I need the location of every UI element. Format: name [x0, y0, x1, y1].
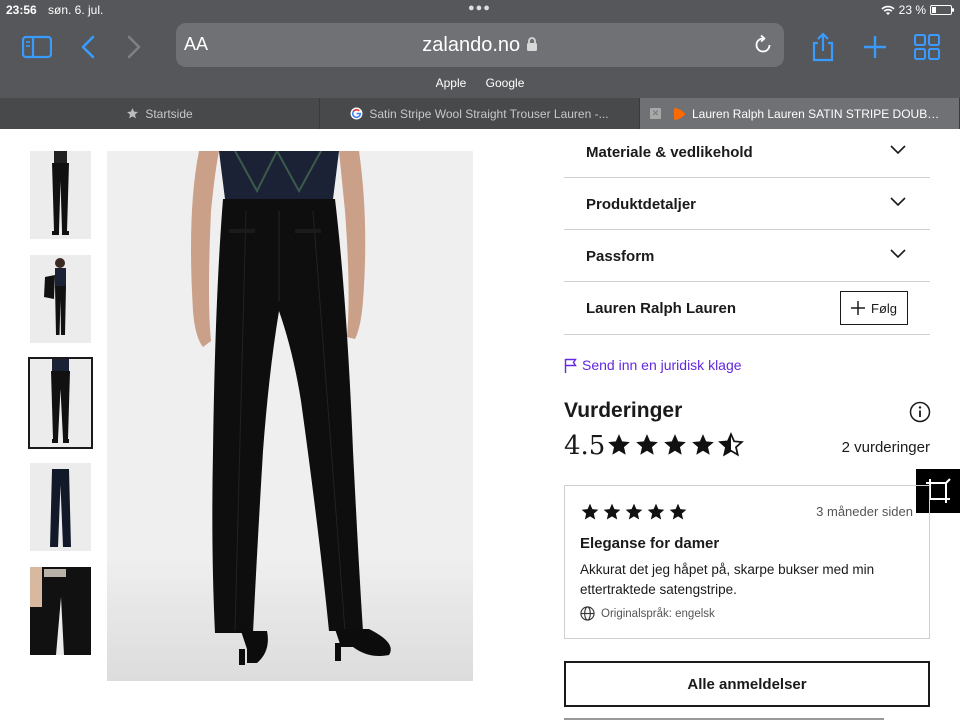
- review-card: 3 måneder siden Eleganse for damer Akkur…: [564, 485, 930, 639]
- model-back-view-photo: [107, 151, 473, 681]
- reload-icon[interactable]: [752, 34, 774, 56]
- tab-label: Satin Stripe Wool Straight Trouser Laure…: [369, 106, 609, 121]
- close-tab-icon[interactable]: ✕: [650, 108, 661, 119]
- multitask-dots-icon[interactable]: ●●●: [468, 2, 491, 14]
- star-icon: [127, 108, 139, 119]
- brand-row: Lauren Ralph Lauren Følg: [564, 282, 930, 335]
- chevron-down-icon: [890, 197, 906, 207]
- review-stars: [580, 502, 688, 522]
- accordion-fit[interactable]: Passform: [564, 230, 930, 282]
- follow-brand-button[interactable]: Følg: [840, 291, 908, 325]
- main-product-image[interactable]: [107, 151, 473, 681]
- star-full-icon: [647, 503, 665, 520]
- accordion-label: Passform: [586, 248, 655, 265]
- favorites-bar: Apple Google: [0, 76, 960, 90]
- star-full-icon: [636, 434, 658, 455]
- brand-name[interactable]: Lauren Ralph Lauren: [586, 300, 736, 317]
- back-icon[interactable]: [74, 32, 104, 62]
- status-time: 23:56: [6, 3, 37, 17]
- forward-icon[interactable]: [118, 32, 148, 62]
- star-full-icon: [664, 434, 686, 455]
- legal-link-label: Send inn en juridisk klage: [582, 357, 742, 373]
- product-photo-back: [30, 359, 91, 447]
- tab-bar: Startside Satin Stripe Wool Straight Tro…: [0, 98, 960, 129]
- review-date: 3 måneder siden: [816, 504, 913, 519]
- tab-label: Lauren Ralph Lauren SATIN STRIPE DOUBLE.…: [692, 106, 940, 121]
- url-domain: zalando.no: [422, 34, 521, 56]
- star-full-icon: [625, 503, 643, 520]
- browser-toolbar: AA zalando.no Apple Google: [0, 20, 960, 98]
- google-icon: [350, 107, 363, 120]
- tab-label: Startside: [145, 106, 193, 121]
- flag-icon: [564, 358, 577, 373]
- sidebar-icon[interactable]: [22, 32, 52, 62]
- review-language: Originalspråk: engelsk: [580, 606, 715, 621]
- accordion-label: Produktdetaljer: [586, 196, 697, 213]
- battery-percent: 23 %: [898, 3, 926, 17]
- page-content: Materiale & vedlikehold Produktdetaljer …: [0, 129, 960, 720]
- chevron-down-icon: [890, 249, 906, 259]
- cut-off-text: [564, 714, 930, 720]
- product-photo-front: [30, 151, 91, 239]
- favorite-apple[interactable]: Apple: [436, 76, 467, 90]
- average-rating-stars: [606, 432, 744, 458]
- lock-icon: [526, 37, 537, 51]
- ratings-count[interactable]: 2 vurderinger: [842, 439, 930, 456]
- follow-label: Følg: [871, 300, 897, 316]
- legal-complaint-link[interactable]: Send inn en juridisk klage: [564, 357, 742, 373]
- review-title: Eleganse for damer: [580, 535, 720, 552]
- product-thumbnail-3[interactable]: [28, 357, 93, 449]
- average-score: 4.5: [564, 431, 606, 461]
- url-text: zalando.no: [176, 34, 784, 57]
- status-date: søn. 6. jul.: [48, 3, 104, 17]
- all-reviews-button[interactable]: Alle anmeldelser: [564, 661, 930, 707]
- product-thumbnail-1[interactable]: [30, 151, 91, 239]
- product-thumbnail-2[interactable]: [30, 255, 91, 343]
- review-body: Akkurat det jeg håpet på, skarpe bukser …: [580, 562, 875, 597]
- info-icon[interactable]: [909, 401, 931, 423]
- globe-icon: [580, 606, 595, 621]
- product-thumbnail-4[interactable]: [30, 463, 91, 551]
- ratings-heading: Vurderinger: [564, 399, 683, 422]
- product-photo-detail: [30, 567, 91, 655]
- star-full-icon: [581, 503, 599, 520]
- product-thumbnail-5[interactable]: [30, 567, 91, 655]
- star-full-icon: [603, 503, 621, 520]
- new-tab-icon[interactable]: [860, 32, 890, 62]
- share-icon[interactable]: [808, 32, 838, 62]
- product-photo-flat: [30, 463, 91, 551]
- star-full-icon: [692, 434, 714, 455]
- tab-zalando-product[interactable]: ✕ Lauren Ralph Lauren SATIN STRIPE DOUBL…: [640, 98, 960, 129]
- battery-icon: [930, 5, 954, 15]
- tab-google-search[interactable]: Satin Stripe Wool Straight Trouser Laure…: [320, 98, 640, 129]
- tab-overview-icon[interactable]: [912, 32, 942, 62]
- review-language-label: Originalspråk: engelsk: [601, 607, 715, 620]
- accordion-label: Materiale & vedlikehold: [586, 144, 753, 161]
- star-full-icon: [608, 434, 630, 455]
- address-bar[interactable]: AA zalando.no: [176, 23, 784, 67]
- product-photo-jacket: [30, 255, 91, 343]
- zalando-icon: [674, 107, 685, 120]
- star-half-icon: [718, 432, 744, 457]
- chevron-down-icon: [890, 145, 906, 155]
- tab-startside[interactable]: Startside: [0, 98, 320, 129]
- star-full-icon: [669, 503, 687, 520]
- favorite-google[interactable]: Google: [486, 76, 525, 90]
- all-reviews-label: Alle anmeldelser: [687, 675, 807, 693]
- plus-icon: [851, 301, 865, 315]
- accordion-product-details[interactable]: Produktdetaljer: [564, 178, 930, 230]
- accordion-material-care[interactable]: Materiale & vedlikehold: [564, 129, 930, 178]
- wifi-icon: [881, 5, 895, 15]
- status-bar: 23:56 søn. 6. jul. ●●● 23 %: [0, 0, 960, 20]
